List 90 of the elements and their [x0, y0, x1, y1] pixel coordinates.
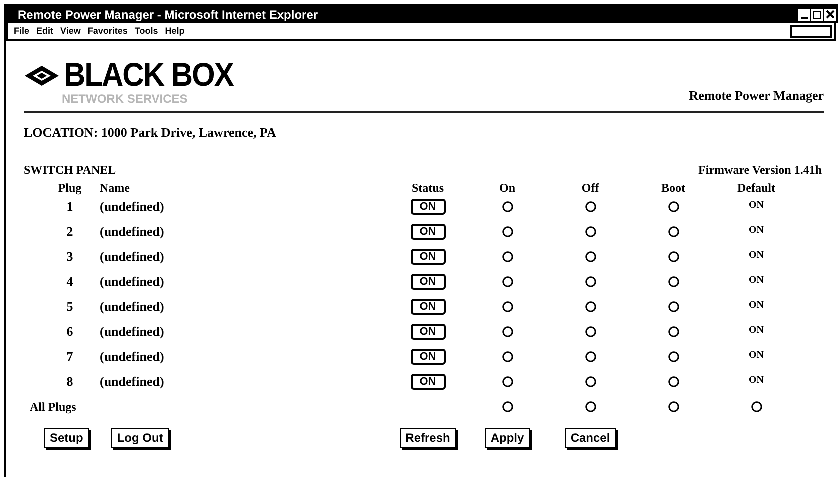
radio-button[interactable]	[668, 351, 680, 363]
column-header: Off	[580, 180, 600, 196]
form-button[interactable]: Apply	[484, 428, 530, 448]
radio-button[interactable]	[502, 326, 514, 338]
radio-button[interactable]	[668, 201, 680, 213]
radio-button[interactable]	[584, 351, 596, 363]
column-header: On	[498, 180, 516, 196]
page-title: Remote Power Manager	[689, 86, 824, 105]
menu-item[interactable]: Edit	[36, 26, 54, 36]
radio-button[interactable]	[502, 251, 514, 263]
radio-button[interactable]	[668, 226, 680, 238]
column-header: Default	[736, 180, 776, 196]
window-title: Remote Power Manager - Microsoft Internet Explorer	[18, 6, 318, 24]
radio-button[interactable]	[502, 301, 514, 313]
plug-number: 1	[66, 198, 74, 216]
plug-number: 8	[66, 373, 74, 392]
plug-name: (undefined)	[100, 273, 166, 292]
form-button[interactable]: Setup	[44, 428, 90, 448]
firmware-version: Firmware Version 1.41h	[698, 162, 822, 178]
plug-number: 3	[66, 248, 74, 266]
default-state: ON	[748, 198, 765, 212]
status-button[interactable]: ON	[410, 299, 446, 315]
close-icon[interactable]	[824, 8, 836, 20]
status-button[interactable]: ON	[410, 224, 446, 240]
plug-name: (undefined)	[100, 198, 166, 216]
default-state: ON	[748, 298, 765, 312]
radio-button[interactable]	[668, 301, 680, 313]
panel-title: SWITCH PANEL	[24, 162, 116, 178]
radio-button[interactable]	[502, 226, 514, 238]
column-header: Status	[410, 180, 445, 196]
radio-button[interactable]	[750, 401, 762, 413]
maximize-icon[interactable]	[811, 8, 823, 20]
radio-button[interactable]	[502, 401, 514, 413]
plug-number: 4	[66, 273, 74, 292]
status-button[interactable]: ON	[410, 274, 446, 290]
radio-button[interactable]	[584, 401, 596, 413]
column-header: Boot	[660, 180, 686, 196]
form-button[interactable]: Log Out	[111, 428, 170, 448]
radio-button[interactable]	[502, 376, 514, 388]
menu-item[interactable]: Favorites	[88, 26, 128, 36]
menu-item[interactable]: File	[14, 26, 30, 36]
default-state: ON	[748, 348, 765, 362]
plug-number: 5	[66, 298, 74, 316]
radio-button[interactable]	[668, 376, 680, 388]
plug-name: (undefined)	[100, 248, 166, 266]
menu-item[interactable]: View	[60, 26, 81, 36]
radio-button[interactable]	[584, 251, 596, 263]
column-header: Plug	[57, 180, 83, 196]
plug-name: (undefined)	[100, 298, 166, 316]
radio-button[interactable]	[584, 326, 596, 338]
all-plugs-label: All Plugs	[30, 399, 78, 416]
logo-tagline: NETWORK SERVICES	[62, 93, 189, 105]
menu-item[interactable]: Help	[165, 26, 185, 36]
plug-name: (undefined)	[100, 348, 166, 366]
plug-number: 6	[66, 323, 74, 342]
radio-button[interactable]	[668, 326, 680, 338]
plug-number: 7	[66, 348, 74, 366]
minimize-icon[interactable]	[798, 8, 810, 20]
plug-name: (undefined)	[100, 373, 166, 392]
radio-button[interactable]	[584, 301, 596, 313]
status-button[interactable]: ON	[410, 249, 446, 265]
default-state: ON	[748, 374, 765, 388]
radio-button[interactable]	[584, 201, 596, 213]
radio-button[interactable]	[668, 401, 680, 413]
status-button[interactable]: ON	[410, 349, 446, 365]
form-button[interactable]: Cancel	[564, 428, 616, 448]
logo-name: BLACK BOX	[64, 60, 234, 92]
plug-name: (undefined)	[100, 223, 166, 242]
radio-button[interactable]	[584, 376, 596, 388]
status-button[interactable]: ON	[410, 324, 446, 340]
default-state: ON	[748, 224, 765, 238]
location-text: LOCATION: 1000 Park Drive, Lawrence, PA	[24, 124, 278, 142]
diamond-logo-icon	[24, 65, 60, 87]
plug-number: 2	[66, 223, 74, 242]
form-button[interactable]: Refresh	[400, 428, 456, 448]
default-state: ON	[748, 248, 765, 262]
default-state: ON	[748, 324, 765, 338]
menu-item[interactable]: Tools	[134, 26, 158, 36]
radio-button[interactable]	[502, 351, 514, 363]
status-button[interactable]: ON	[410, 374, 446, 390]
radio-button[interactable]	[668, 276, 680, 288]
plug-name: (undefined)	[100, 323, 166, 342]
default-state: ON	[748, 274, 765, 288]
radio-button[interactable]	[502, 201, 514, 213]
radio-button[interactable]	[584, 226, 596, 238]
radio-button[interactable]	[584, 276, 596, 288]
column-header: Name	[100, 180, 131, 196]
radio-button[interactable]	[668, 251, 680, 263]
radio-button[interactable]	[502, 276, 514, 288]
status-button[interactable]: ON	[410, 199, 446, 215]
